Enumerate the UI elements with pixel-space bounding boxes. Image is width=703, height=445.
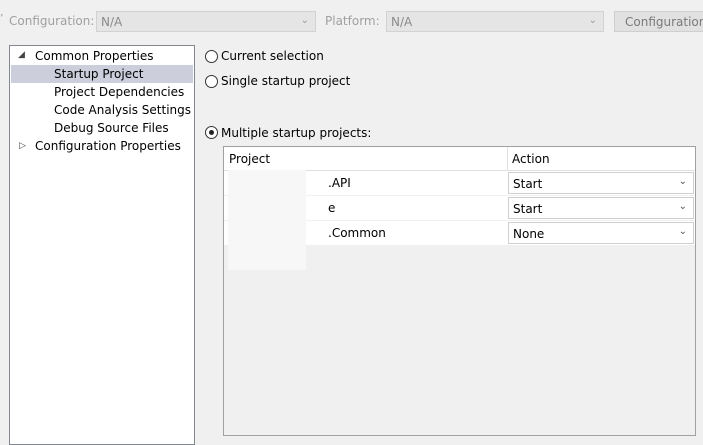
- column-divider[interactable]: [507, 147, 508, 170]
- current-selection-label[interactable]: Current selection: [221, 49, 324, 63]
- configuration-label: Configuration:: [9, 14, 95, 28]
- chevron-down-icon: ⌄: [588, 15, 597, 26]
- action-value: Start: [513, 202, 543, 216]
- triangle-right-icon[interactable]: ▷: [19, 141, 26, 151]
- action-column-header[interactable]: Action: [512, 152, 550, 166]
- configuration-select[interactable]: N/A ⌄: [96, 11, 316, 32]
- platform-select[interactable]: N/A ⌄: [386, 11, 604, 32]
- configuration-value: N/A: [101, 15, 123, 29]
- multiple-startup-radio[interactable]: [205, 126, 218, 139]
- triangle-down-icon[interactable]: ◢: [18, 50, 25, 60]
- radio-selected-dot: [209, 130, 214, 135]
- tree-item-configuration-properties[interactable]: Configuration Properties: [35, 137, 181, 155]
- configuration-manager-button[interactable]: Configuration: [614, 11, 703, 32]
- platform-label: Platform:: [325, 14, 380, 28]
- chevron-down-icon: ⌄: [678, 201, 687, 212]
- edge-marker: ʼ: [0, 12, 4, 25]
- action-value: Start: [513, 177, 543, 191]
- single-startup-label[interactable]: Single startup project: [221, 74, 350, 88]
- tree-item-code-analysis-settings[interactable]: Code Analysis Settings: [54, 101, 191, 119]
- chevron-down-icon: ⌄: [678, 226, 687, 237]
- action-select[interactable]: Start ⌄: [508, 172, 694, 194]
- redacted-area: [228, 170, 306, 270]
- tree-item-common-properties[interactable]: Common Properties: [35, 47, 154, 65]
- project-name: .API: [328, 176, 351, 190]
- multiple-startup-label[interactable]: Multiple startup projects:: [221, 126, 371, 140]
- chevron-down-icon: ⌄: [678, 176, 687, 187]
- project-column-header[interactable]: Project: [229, 152, 270, 166]
- chevron-down-icon: ⌄: [300, 15, 309, 26]
- action-value: None: [513, 227, 545, 241]
- project-name: .Common: [328, 226, 386, 240]
- platform-value: N/A: [391, 15, 413, 29]
- grid-header: Project Action: [224, 147, 695, 171]
- action-select[interactable]: None ⌄: [508, 222, 694, 244]
- single-startup-radio[interactable]: [205, 75, 218, 88]
- tree-item-project-dependencies[interactable]: Project Dependencies: [54, 83, 184, 101]
- action-select[interactable]: Start ⌄: [508, 197, 694, 219]
- project-name: e: [328, 201, 336, 215]
- property-tree[interactable]: ◢ Common Properties Startup Project Proj…: [9, 45, 195, 445]
- tree-item-debug-source-files[interactable]: Debug Source Files: [54, 119, 169, 137]
- current-selection-radio[interactable]: [205, 50, 218, 63]
- tree-item-startup-project[interactable]: Startup Project: [54, 65, 143, 83]
